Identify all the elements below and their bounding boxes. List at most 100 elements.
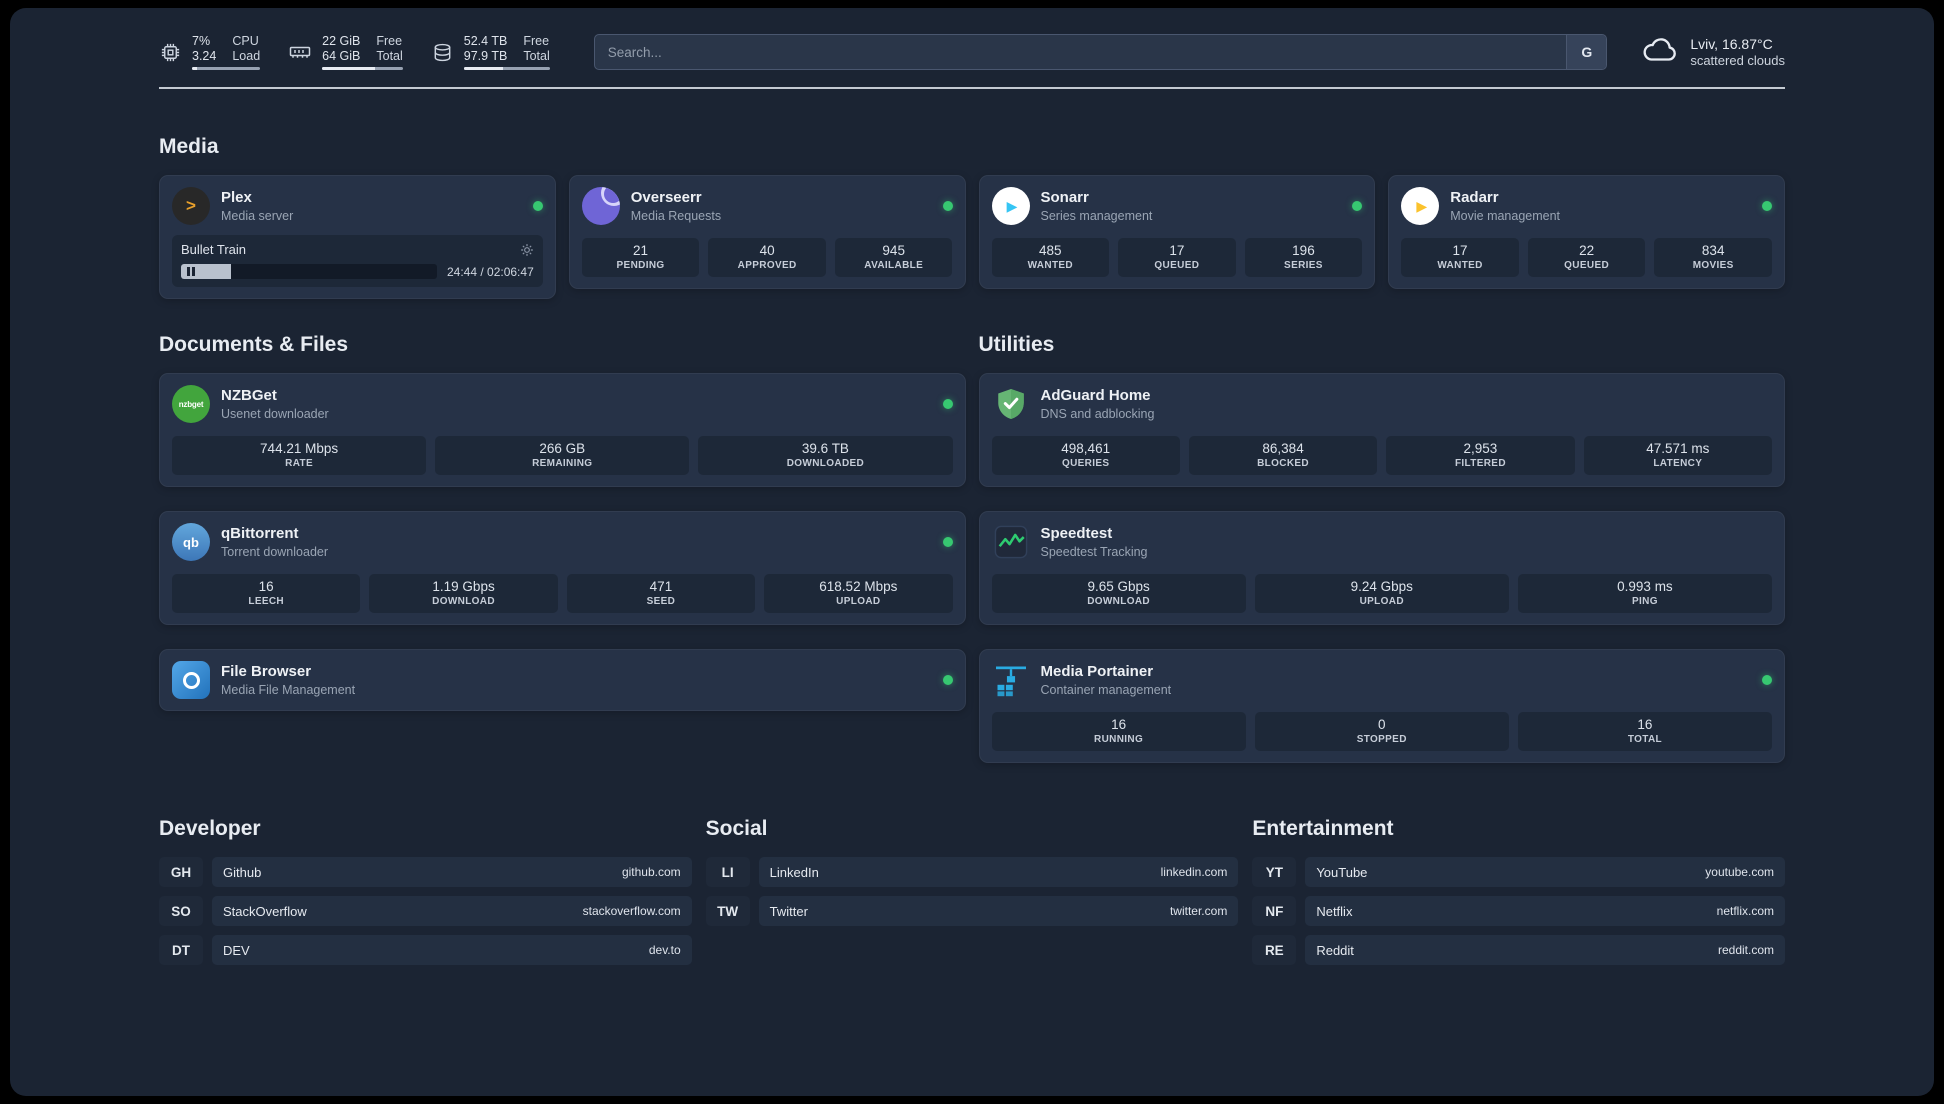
radarr-header: ▶ Radarr Movie management [1401,187,1772,225]
disk-progress-fill [463,67,504,70]
radarr-icon: ▶ [1401,187,1440,225]
stat-value: 0 [1378,717,1386,732]
bookmark-abbr: TW [705,896,750,926]
cpu-icon [159,41,182,64]
section-title-documents: Documents & Files [159,333,349,356]
status-online-dot [942,675,953,685]
playback-time: 24:44 / 02:06:47 [447,264,534,279]
stat-total: 16 TOTAL [1517,712,1773,751]
app-desc: Media File Management [221,682,356,697]
topbar-divider [159,87,1785,89]
stat-label: SERIES [1284,260,1323,271]
sonarr-icon: ▶ [991,187,1030,225]
stat-rate: 744.21 Mbps RATE [172,436,427,475]
bookmark-name: Netflix [1316,903,1353,919]
search-input[interactable] [594,35,1567,69]
overseerr-swirl-inner [603,187,620,203]
section-title-social: Social [705,817,768,840]
bookmark-link-twitter[interactable]: Twitter twitter.com [758,896,1239,926]
bookmark-row-reddit: RE Reddit reddit.com [1252,935,1785,965]
app-card-plex[interactable]: > Plex Media server Bullet Train 24:44 /… [159,175,556,299]
nzbget-stats: 744.21 Mbps RATE 266 GB REMAINING 39.6 T… [172,436,953,475]
ram-total-label: Total [376,49,403,63]
stat-queued: 22 QUEUED [1527,238,1646,277]
stat-stopped: 0 STOPPED [1254,712,1509,751]
sonarr-text: Sonarr Series management [1041,189,1153,223]
stat-filtered: 2,953 FILTERED [1386,436,1575,475]
disk-progress-bar [463,67,550,70]
search-engine-button[interactable]: G [1566,35,1607,69]
bookmark-name: Twitter [769,903,808,919]
bookmark-link-dev[interactable]: DEV dev.to [212,935,692,965]
status-online-dot [942,201,953,211]
bookmark-url: linkedin.com [1160,865,1228,879]
stat-value: 498,461 [1061,441,1111,456]
section-title-utilities: Utilities [978,333,1055,356]
stat-wanted: 17 WANTED [1401,238,1519,277]
app-card-qbittorrent[interactable]: qb qBittorrent Torrent downloader 16 LEE… [159,511,966,625]
app-card-speedtest[interactable]: Speedtest Speedtest Tracking 9.65 Gbps D… [978,511,1785,625]
filebrowser-ring [182,671,200,689]
section-utilities: Utilities AdGuard Home DNS and adblockin… [978,333,1785,763]
bookmark-row-stackoverflow: SO StackOverflow stackoverflow.com [159,896,692,926]
cpu-metric: 7% CPU 3.24 Load [159,34,261,70]
ram-total-value: 64 GiB [322,49,361,63]
pause-button[interactable] [187,267,195,276]
bookmark-link-reddit[interactable]: Reddit reddit.com [1305,935,1785,965]
status-online-dot [942,537,953,547]
app-name: qBittorrent [221,525,299,543]
stat-label: WANTED [1437,260,1483,271]
app-card-portainer[interactable]: Media Portainer Container management 16 … [978,649,1785,763]
adguard-stats: 498,461 QUERIES 86,384 BLOCKED 2,953 FIL… [991,436,1772,475]
search-bar: G [593,34,1608,70]
stat-label: LEECH [248,596,285,607]
bookmark-name: DEV [223,942,250,958]
status-online-dot [1762,675,1772,685]
bookmark-row-linkedin: LI LinkedIn linkedin.com [705,857,1239,887]
stat-queries: 498,461 QUERIES [991,436,1180,475]
section-title-developer: Developer [159,817,261,840]
stat-value: 744.21 Mbps [260,441,339,456]
app-card-sonarr[interactable]: ▶ Sonarr Series management 485 WANTED 17… [978,175,1376,289]
ram-free-label: Free [376,34,403,48]
weather-widget: Lviv, 16.87°C scattered clouds [1641,35,1785,70]
bookmark-abbr: LI [705,857,750,887]
weather-location: Lviv, 16.87°C [1690,36,1773,52]
stat-label: UPLOAD [836,596,881,607]
bookmark-link-linkedin[interactable]: LinkedIn linkedin.com [758,857,1239,887]
app-card-nzbget[interactable]: nzbget NZBGet Usenet downloader 744.21 M… [159,373,966,487]
playback-seek-bar[interactable] [181,264,437,279]
qbittorrent-icon: qb [172,523,210,561]
bookmark-link-stackoverflow[interactable]: StackOverflow stackoverflow.com [212,896,692,926]
app-card-filebrowser[interactable]: File Browser Media File Management [159,649,966,711]
filebrowser-icon [172,661,210,699]
stat-value: 16 [1637,717,1653,732]
qbittorrent-header: qb qBittorrent Torrent downloader [172,523,953,561]
stat-remaining: 266 GB REMAINING [435,436,690,475]
bookmark-url: reddit.com [1717,943,1774,957]
app-name: AdGuard Home [1040,387,1151,405]
portainer-crane-icon [992,661,1030,699]
stat-downloaded: 39.6 TB DOWNLOADED [698,436,953,475]
stat-value: 834 [1701,243,1725,258]
plex-icon: > [172,187,210,225]
bookmark-abbr: GH [159,857,203,887]
app-card-adguard[interactable]: AdGuard Home DNS and adblocking 498,461 … [978,373,1785,487]
bookmark-abbr: NF [1252,896,1297,926]
bookmark-link-github[interactable]: Github github.com [212,857,692,887]
player-settings-button[interactable] [520,243,534,257]
plex-header: > Plex Media server [172,187,543,225]
bookmark-link-netflix[interactable]: Netflix netflix.com [1305,896,1785,926]
stat-value: 1.19 Gbps [432,579,495,594]
bookmark-link-youtube[interactable]: YouTube youtube.com [1305,857,1785,887]
app-card-overseerr[interactable]: Overseerr Media Requests 21 PENDING 40 A… [568,175,966,289]
app-card-radarr[interactable]: ▶ Radarr Movie management 17 WANTED 22 Q… [1388,175,1785,289]
stat-value: 9.65 Gbps [1087,579,1150,594]
status-online-dot [1352,201,1363,211]
stat-queued: 17 QUEUED [1118,238,1236,277]
stat-label: RUNNING [1094,734,1144,745]
bookmark-name: YouTube [1316,864,1368,880]
stat-value: 0.993 ms [1617,579,1673,594]
stat-pending: 21 PENDING [581,238,700,277]
stat-label: STOPPED [1356,734,1407,745]
